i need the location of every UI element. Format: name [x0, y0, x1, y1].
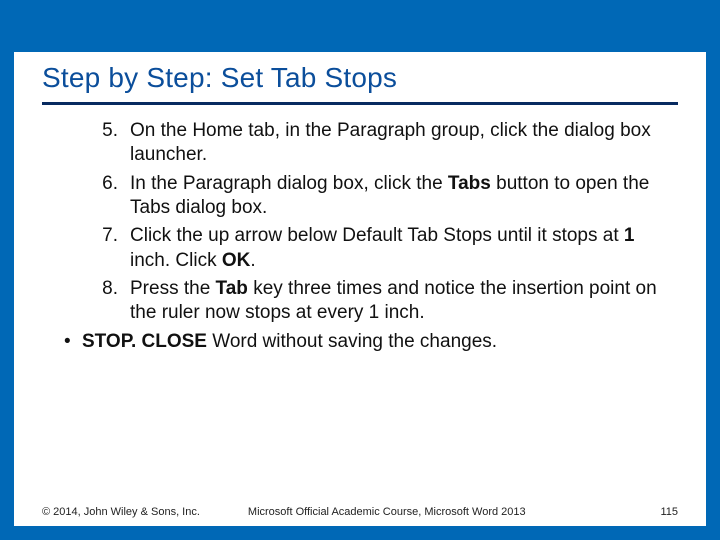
slide-footer: © 2014, John Wiley & Sons, Inc. Microsof… [14, 506, 706, 518]
slide-content: Step by Step: Set Tab Stops On the Home … [14, 52, 706, 354]
step-item: Click the up arrow below Default Tab Sto… [102, 224, 678, 273]
footer-copyright: © 2014, John Wiley & Sons, Inc. [42, 506, 200, 518]
step-item: In the Paragraph dialog box, click the T… [102, 172, 678, 221]
slide-frame: Step by Step: Set Tab Stops On the Home … [0, 0, 720, 540]
footer-course: Microsoft Official Academic Course, Micr… [248, 506, 661, 518]
bullet-item: STOP. CLOSE Word without saving the chan… [68, 330, 678, 354]
step-item: Press the Tab key three times and notice… [102, 277, 678, 326]
step-list: On the Home tab, in the Paragraph group,… [42, 119, 678, 326]
slide-title: Step by Step: Set Tab Stops [42, 62, 678, 105]
step-item: On the Home tab, in the Paragraph group,… [102, 119, 678, 168]
footer-page-number: 115 [660, 506, 678, 518]
bullet-list: STOP. CLOSE Word without saving the chan… [42, 330, 678, 354]
